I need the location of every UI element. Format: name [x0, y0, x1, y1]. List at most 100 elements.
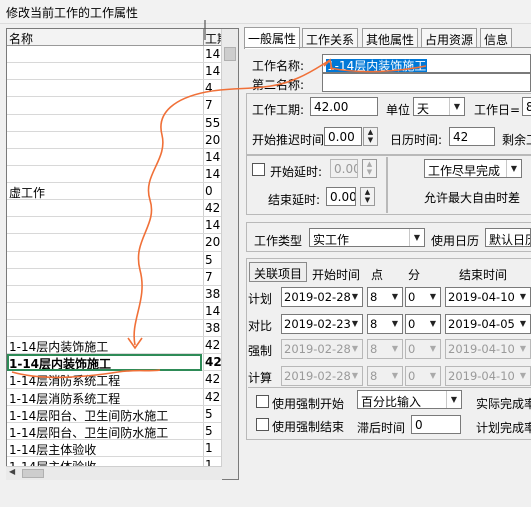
table-row[interactable]: 1-14层阳台、卫生间防水施工 5 [7, 405, 221, 423]
table-row[interactable]: 14 [7, 302, 221, 320]
table-row[interactable]: 14 [7, 148, 221, 166]
task-list[interactable]: 名称 工期 14144755201414虚工作0421420573814381-… [6, 28, 239, 480]
table-row[interactable]: 4 [7, 80, 221, 98]
tab-info[interactable]: 信息 [480, 28, 513, 48]
task-name-field[interactable]: 1-14层内装饰施工 [322, 54, 531, 73]
table-row[interactable]: 14 [7, 217, 221, 235]
end-date-picker[interactable]: 2019-04-10 ▼ [445, 339, 531, 359]
table-row[interactable]: 1-14层消防系统工程 42 [7, 388, 221, 406]
related-project-button[interactable]: 关联项目 [249, 262, 308, 282]
task-name-cell [9, 133, 201, 148]
minute-select[interactable]: 0 ▼ [405, 314, 441, 334]
task-duration-cell: 5 [205, 423, 213, 438]
table-row[interactable]: 虚工作 0 [7, 183, 221, 201]
scroll-thumb-horizontal[interactable] [22, 469, 44, 478]
end-date-picker[interactable]: 2019-04-10 ▼ [445, 287, 531, 307]
table-row[interactable]: 55 [7, 114, 221, 132]
table-row[interactable]: 14 [7, 63, 221, 81]
chevron-down-icon: ▼ [391, 344, 399, 353]
start-date-picker[interactable]: 2019-02-23 ▼ [281, 314, 363, 334]
table-row[interactable]: 1-14层消防系统工程 42 [7, 371, 221, 389]
delay-field[interactable]: 0.00 [324, 127, 362, 146]
window-title-bar: 修改当前工作的工作属性 [0, 0, 531, 24]
table-row[interactable]: 1-14层内装饰施工 42 [7, 354, 222, 372]
tab-general[interactable]: 一般属性 [244, 27, 301, 49]
table-row[interactable]: 14 [7, 46, 221, 64]
minute-select[interactable]: 0 ▼ [405, 287, 441, 307]
start-delay-spinner[interactable]: ▲ ▼ [362, 159, 377, 178]
cell-divider [203, 183, 204, 200]
timing-row-label: 计划 [248, 292, 273, 306]
column-header-duration[interactable]: 工期 [205, 30, 221, 47]
table-row[interactable]: 20 [7, 234, 221, 252]
table-row[interactable]: 7 [7, 97, 221, 115]
start-delay-checkbox[interactable] [252, 163, 265, 176]
lag-field[interactable]: 0 [411, 415, 461, 434]
task-name-cell: 1-14层消防系统工程 [9, 374, 121, 388]
input-mode-select[interactable]: 百分比输入 ▼ [357, 390, 462, 409]
tab-resources[interactable]: 占用资源 [421, 28, 478, 48]
hour-value: 8 [370, 317, 378, 331]
scroll-left-arrow-icon[interactable]: ◀ [9, 467, 15, 476]
start-date-picker[interactable]: 2019-02-28 ▼ [281, 366, 363, 386]
chevron-down-icon: ▼ [429, 344, 437, 353]
end-date-picker[interactable]: 2019-04-10 ▼ [445, 366, 531, 386]
table-row[interactable]: 20 [7, 131, 221, 149]
hour-select[interactable]: 8 ▼ [367, 339, 403, 359]
end-date-value: 2019-04-10 [448, 369, 515, 383]
start-date-value: 2019-02-28 [284, 369, 351, 383]
cell-divider [203, 97, 204, 114]
table-row[interactable]: 1-14层内装饰施工 42 [7, 337, 221, 355]
horizontal-scrollbar[interactable]: ◀ [6, 466, 222, 480]
unit-select[interactable]: 天 ▼ [413, 97, 465, 116]
chevron-down-icon: ▼ [519, 371, 527, 380]
chevron-down-icon: ▼ [391, 319, 399, 328]
force-start-checkbox[interactable] [256, 395, 269, 408]
workday-field[interactable]: 8 [522, 97, 531, 116]
table-row[interactable]: 38 [7, 285, 221, 303]
start-delay-field[interactable]: 0.00 [330, 159, 358, 178]
calendar-select[interactable]: 默认日历 [485, 228, 531, 247]
table-row[interactable]: 5 [7, 251, 221, 269]
force-end-checkbox[interactable] [256, 418, 269, 431]
delay-spinner[interactable]: ▲ ▼ [363, 127, 378, 146]
task-name-cell [9, 304, 201, 319]
table-row[interactable]: 38 [7, 320, 221, 338]
duration-label: 工作工期: [252, 103, 305, 117]
end-delay-spinner[interactable]: ▲ ▼ [360, 187, 375, 206]
table-row[interactable]: 7 [7, 268, 221, 286]
calendar-time-field[interactable]: 42 [449, 127, 495, 146]
vertical-scrollbar[interactable] [221, 29, 238, 479]
task-name-label: 工作名称: [252, 59, 305, 73]
second-name-label: 第二名称: [252, 78, 305, 92]
end-delay-field[interactable]: 0.00 [326, 187, 356, 206]
work-type-label: 工作类型 [254, 234, 303, 248]
duration-field[interactable]: 42.00 [310, 97, 378, 116]
hour-select[interactable]: 8 ▼ [367, 366, 403, 386]
table-row[interactable]: 14 [7, 165, 221, 183]
minute-select[interactable]: 0 ▼ [405, 366, 441, 386]
start-date-picker[interactable]: 2019-02-28 ▼ [281, 287, 363, 307]
chevron-down-icon: ▼ [506, 160, 521, 177]
minute-select[interactable]: 0 ▼ [405, 339, 441, 359]
table-row[interactable]: 42 [7, 200, 221, 218]
start-date-picker[interactable]: 2019-02-28 ▼ [281, 339, 363, 359]
column-header-name[interactable]: 名称 [9, 30, 33, 47]
schedule-mode-select[interactable]: 工作尽早完成 ▼ [424, 159, 522, 178]
hour-select[interactable]: 8 ▼ [367, 287, 403, 307]
force-end-label: 使用强制结束 [272, 420, 345, 434]
second-name-field[interactable] [322, 73, 531, 92]
end-date-picker[interactable]: 2019-04-05 ▼ [445, 314, 531, 334]
cell-divider [203, 354, 204, 371]
table-row[interactable]: 1-14层阳台、卫生间防水施工 5 [7, 422, 221, 440]
hour-label: 点 [371, 268, 384, 282]
hour-select[interactable]: 8 ▼ [367, 314, 403, 334]
work-type-select[interactable]: 实工作 ▼ [309, 228, 425, 247]
table-row[interactable]: 1-14层主体验收 1 [7, 439, 221, 457]
scroll-thumb[interactable] [224, 47, 236, 61]
task-name-cell: 1-14层内装饰施工 [7, 354, 202, 372]
calendar-time-label: 日历时间: [390, 133, 443, 147]
task-name-cell [9, 253, 201, 268]
tab-relations[interactable]: 工作关系 [302, 28, 359, 48]
tab-other[interactable]: 其他属性 [362, 28, 419, 48]
